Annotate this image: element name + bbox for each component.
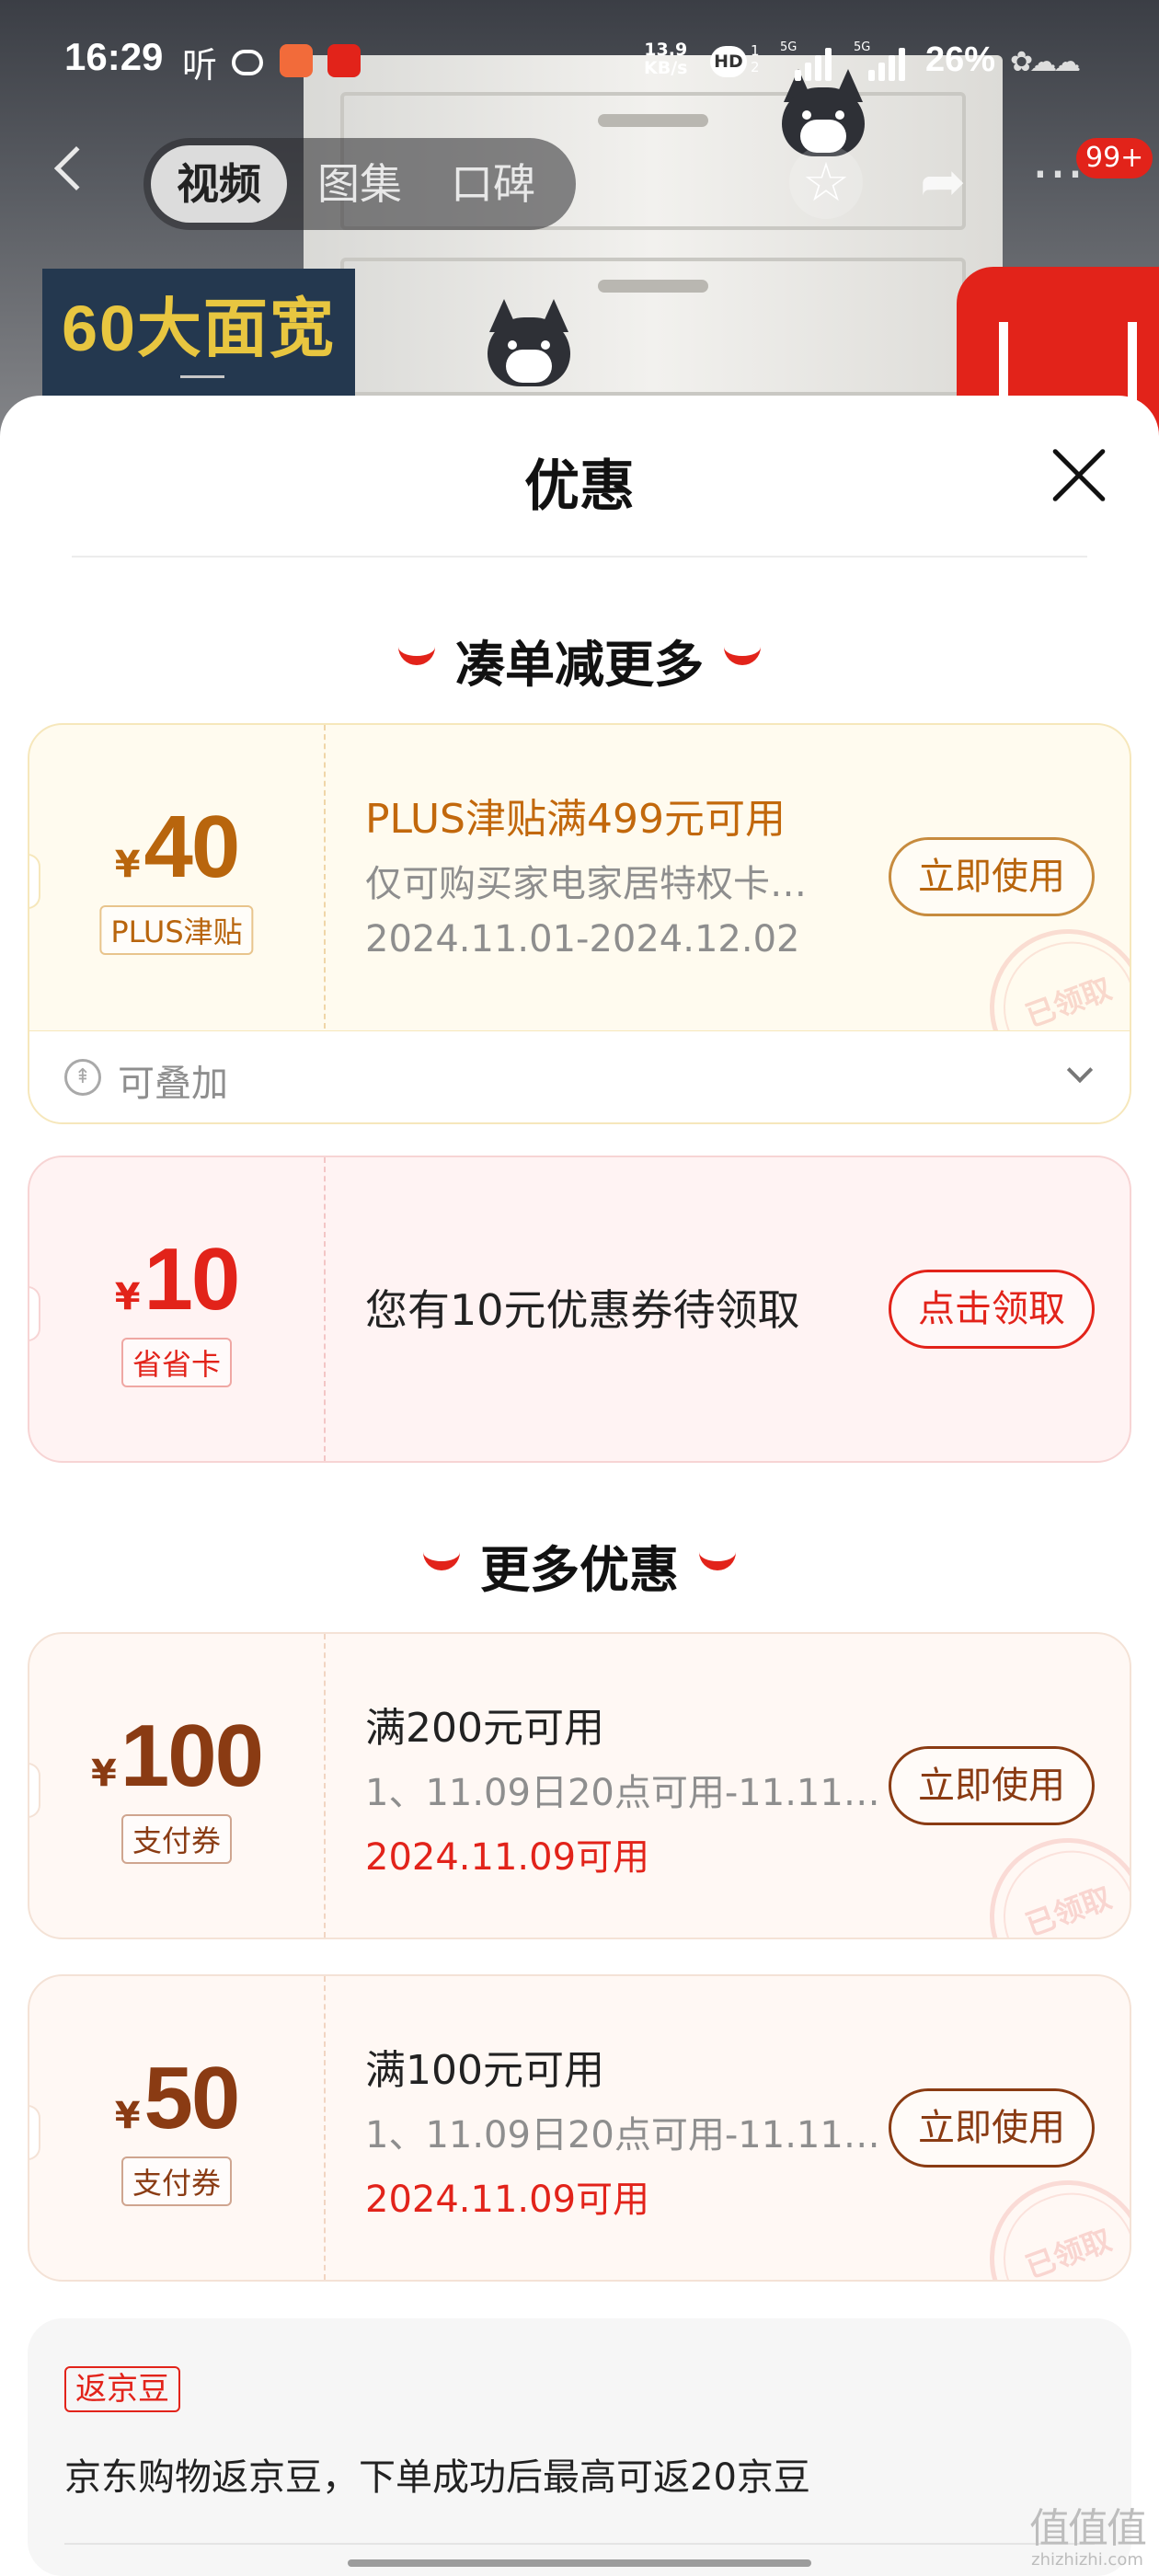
coupon-card-savings: ¥10 省省卡 您有10元优惠券待领取 点击领取 (28, 1156, 1131, 1463)
tab-video[interactable]: 视频 (151, 145, 287, 223)
coupon-title: 满100元可用 (365, 2047, 604, 2094)
tab-reviews[interactable]: 口碑 (433, 138, 553, 230)
beans-description: 京东购物返京豆，下单成功后最高可返20京豆 (64, 2456, 810, 2499)
chevron-down-icon[interactable] (1066, 1056, 1094, 1084)
message-badge: 99+ (1076, 138, 1153, 178)
hd-voice-sub: 1 2 (751, 42, 760, 75)
share-icon[interactable]: ➦ (906, 145, 980, 219)
coupon-validity: 2024.11.09可用 (365, 2179, 650, 2221)
home-indicator[interactable] (348, 2559, 811, 2567)
signal-icon-1: 5G (780, 40, 832, 81)
close-icon[interactable] (1049, 445, 1109, 506)
star-icon[interactable]: ☆ (789, 145, 863, 219)
use-now-button[interactable]: 立即使用 (889, 1746, 1095, 1825)
coupon-amount: ¥10 (114, 1230, 241, 1328)
battery-level: 26% (925, 40, 996, 79)
stackable-row[interactable]: ⇞ 可叠加 (29, 1030, 1130, 1122)
divider (64, 2543, 1095, 2545)
width-banner: 60大面宽 (42, 269, 355, 397)
claimed-stamp-icon: 已领取 (968, 1816, 1130, 1938)
coupon-validity: 2024.11.01-2024.12.02 (365, 918, 800, 960)
app-notification-icon-3 (327, 44, 361, 77)
use-now-button[interactable]: 立即使用 (889, 837, 1095, 916)
site-watermark: 值值值 zhizhizhi.com (1029, 2505, 1147, 2570)
coupon-title: 满200元可用 (365, 1705, 604, 1752)
weather-icon: ✿☁☁ (1010, 46, 1081, 78)
coupon-title: PLUS津贴满499元可用 (365, 796, 786, 843)
smile-icon (423, 1550, 460, 1571)
jd-beans-rebate: 返京豆 京东购物返京豆，下单成功后最高可返20京豆 (28, 2318, 1131, 2576)
beans-tag: 返京豆 (64, 2366, 180, 2412)
coupon-type-tag: 支付券 (120, 2156, 233, 2206)
sheet-title: 优惠 (524, 454, 635, 519)
use-now-button[interactable]: 立即使用 (889, 2088, 1095, 2168)
coupon-validity: 2024.11.09可用 (365, 1836, 650, 1879)
coupon-amount: ¥40 (114, 798, 241, 896)
coupon-amount: ¥50 (114, 2049, 241, 2147)
coupon-card-plus: ¥40 PLUS津贴 PLUS津贴满499元可用 仅可购买家电家居特权卡… 20… (28, 723, 1131, 1124)
claim-button[interactable]: 点击领取 (889, 1270, 1095, 1349)
section-title-more-discounts: 更多优惠 (0, 1529, 1159, 1602)
media-tabs: 视频 图集 口碑 (143, 138, 576, 230)
tab-gallery[interactable]: 图集 (300, 138, 419, 230)
hd-voice-icon: HD (710, 46, 747, 77)
network-speed: 13.9 KB/s (644, 40, 688, 78)
husky-illustration-bottom (478, 294, 580, 396)
coupon-amount: ¥100 (90, 1707, 264, 1805)
coupon-title: 您有10元优惠券待领取 (365, 1285, 800, 1335)
coupon-description: 1、11.09日20点可用-11.11… (365, 2114, 880, 2156)
app-notification-icon-2 (280, 44, 313, 77)
divider (72, 556, 1087, 558)
signal-icon-2: 5G (854, 40, 905, 81)
coupon-type-tag: PLUS津贴 (99, 905, 254, 955)
status-bar: 16:29 听 13.9 KB/s HD 1 2 5G 5G 26% ✿☁☁ (0, 0, 1159, 120)
coupon-card-pay-100: ¥100 支付券 满200元可用 1、11.09日20点可用-11.11… 20… (28, 1632, 1131, 1939)
coupon-description: 1、11.09日20点可用-11.11… (365, 1772, 880, 1814)
status-time: 16:29 (64, 35, 164, 78)
section-title-more-savings: 凑单减更多 (0, 624, 1159, 696)
smile-icon (724, 645, 761, 666)
stack-icon: ⇞ (64, 1059, 101, 1096)
claimed-stamp-icon: 已领取 (968, 2158, 1130, 2280)
app-notification-icon-1 (232, 50, 263, 75)
smile-icon (398, 645, 435, 666)
coupon-description: 仅可购买家电家居特权卡… (365, 863, 807, 905)
stackable-label: 可叠加 (118, 1063, 228, 1105)
coupon-type-tag: 省省卡 (120, 1338, 233, 1387)
smile-icon (699, 1550, 736, 1571)
coupon-type-tag: 支付券 (120, 1814, 233, 1864)
coupon-card-pay-50: ¥50 支付券 满100元可用 1、11.09日20点可用-11.11… 202… (28, 1974, 1131, 2282)
discount-sheet: 优惠 凑单减更多 ¥40 PLUS津贴 PLUS津贴满499元可用 仅可购买家电… (0, 396, 1159, 2576)
listen-indicator: 听 (182, 45, 218, 86)
